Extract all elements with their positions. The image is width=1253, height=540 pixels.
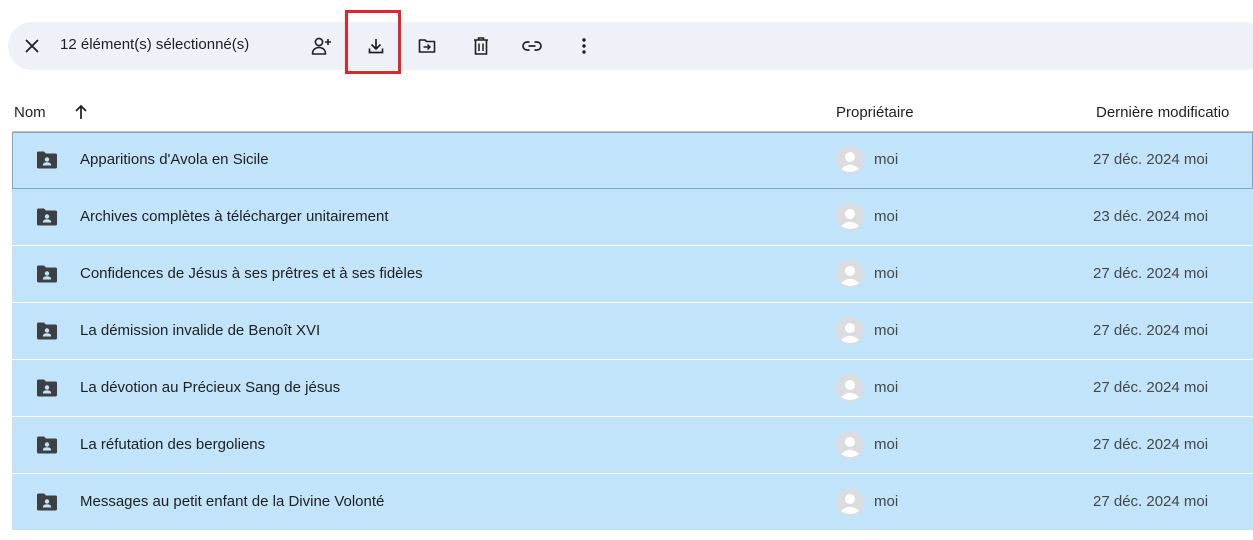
owner-name: moi (874, 379, 899, 396)
table-row[interactable]: La démission invalide de Benoît XVI moi … (12, 303, 1253, 360)
table-row[interactable]: Apparitions d'Avola en Sicile moi 27 déc… (12, 132, 1253, 189)
share-icon (311, 37, 331, 55)
table-row[interactable]: Messages au petit enfant de la Divine Vo… (12, 474, 1253, 531)
shared-folder-icon (37, 493, 57, 511)
more-vert-icon (582, 38, 586, 54)
shared-folder-icon (37, 151, 57, 169)
file-name: La démission invalide de Benoît XVI (80, 322, 321, 339)
table-row[interactable]: La dévotion au Précieux Sang de jésus mo… (12, 360, 1253, 417)
download-button[interactable] (364, 34, 388, 58)
avatar-icon (836, 260, 864, 288)
selection-toolbar: 12 élément(s) sélectionné(s) (8, 22, 1253, 70)
avatar-icon (836, 203, 864, 231)
file-list: Apparitions d'Avola en Sicile moi 27 déc… (12, 132, 1253, 531)
delete-button[interactable] (469, 34, 493, 58)
modified-date: 27 déc. 2024 moi (1093, 265, 1209, 282)
owner-name: moi (874, 322, 899, 339)
modified-date: 27 déc. 2024 moi (1093, 322, 1209, 339)
move-to-folder-icon (418, 39, 436, 53)
file-name: Apparitions d'Avola en Sicile (80, 151, 269, 168)
modified-date: 27 déc. 2024 moi (1093, 379, 1209, 396)
modified-date: 23 déc. 2024 moi (1093, 208, 1209, 225)
column-header-row: Nom Propriétaire Dernière modificatio (0, 96, 1253, 132)
share-button[interactable] (310, 34, 334, 58)
file-name: Archives complètes à télécharger unitair… (80, 208, 389, 225)
avatar-icon (836, 488, 864, 516)
owner-name: moi (874, 208, 899, 225)
column-header-name[interactable]: Nom (14, 104, 46, 121)
drive-file-list-page: 12 élément(s) sélectionné(s) Nom Proprié… (0, 0, 1253, 540)
owner-name: moi (874, 436, 899, 453)
table-row[interactable]: Archives complètes à télécharger unitair… (12, 189, 1253, 246)
trash-icon (474, 37, 488, 55)
arrow-up-icon (75, 104, 87, 119)
avatar-icon (836, 431, 864, 459)
file-name: Confidences de Jésus à ses prêtres et à … (80, 265, 423, 282)
shared-folder-icon (37, 379, 57, 397)
shared-folder-icon (37, 265, 57, 283)
shared-folder-icon (37, 322, 57, 340)
modified-date: 27 déc. 2024 moi (1093, 436, 1209, 453)
file-name: La dévotion au Précieux Sang de jésus (80, 379, 341, 396)
modified-date: 27 déc. 2024 moi (1093, 151, 1209, 168)
column-header-modified[interactable]: Dernière modificatio (1096, 104, 1229, 121)
clear-selection-button[interactable] (20, 34, 44, 58)
more-actions-button[interactable] (572, 34, 596, 58)
column-header-owner[interactable]: Propriétaire (836, 104, 914, 121)
move-button[interactable] (415, 34, 439, 58)
close-icon (25, 39, 39, 53)
avatar-icon (836, 146, 864, 174)
owner-name: moi (874, 151, 899, 168)
sort-button[interactable] (74, 103, 88, 125)
copy-link-button[interactable] (520, 34, 544, 58)
file-name: La réfutation des bergoliens (80, 436, 266, 453)
table-row[interactable]: Confidences de Jésus à ses prêtres et à … (12, 246, 1253, 303)
shared-folder-icon (37, 436, 57, 454)
selection-count: 12 élément(s) sélectionné(s) (60, 36, 250, 53)
avatar-icon (836, 374, 864, 402)
link-icon (522, 41, 542, 51)
owner-name: moi (874, 265, 899, 282)
file-name: Messages au petit enfant de la Divine Vo… (80, 493, 385, 510)
modified-date: 27 déc. 2024 moi (1093, 493, 1209, 510)
shared-folder-icon (37, 208, 57, 226)
download-icon (368, 39, 384, 54)
owner-name: moi (874, 493, 899, 510)
avatar-icon (836, 317, 864, 345)
table-row[interactable]: La réfutation des bergoliens moi 27 déc.… (12, 417, 1253, 474)
